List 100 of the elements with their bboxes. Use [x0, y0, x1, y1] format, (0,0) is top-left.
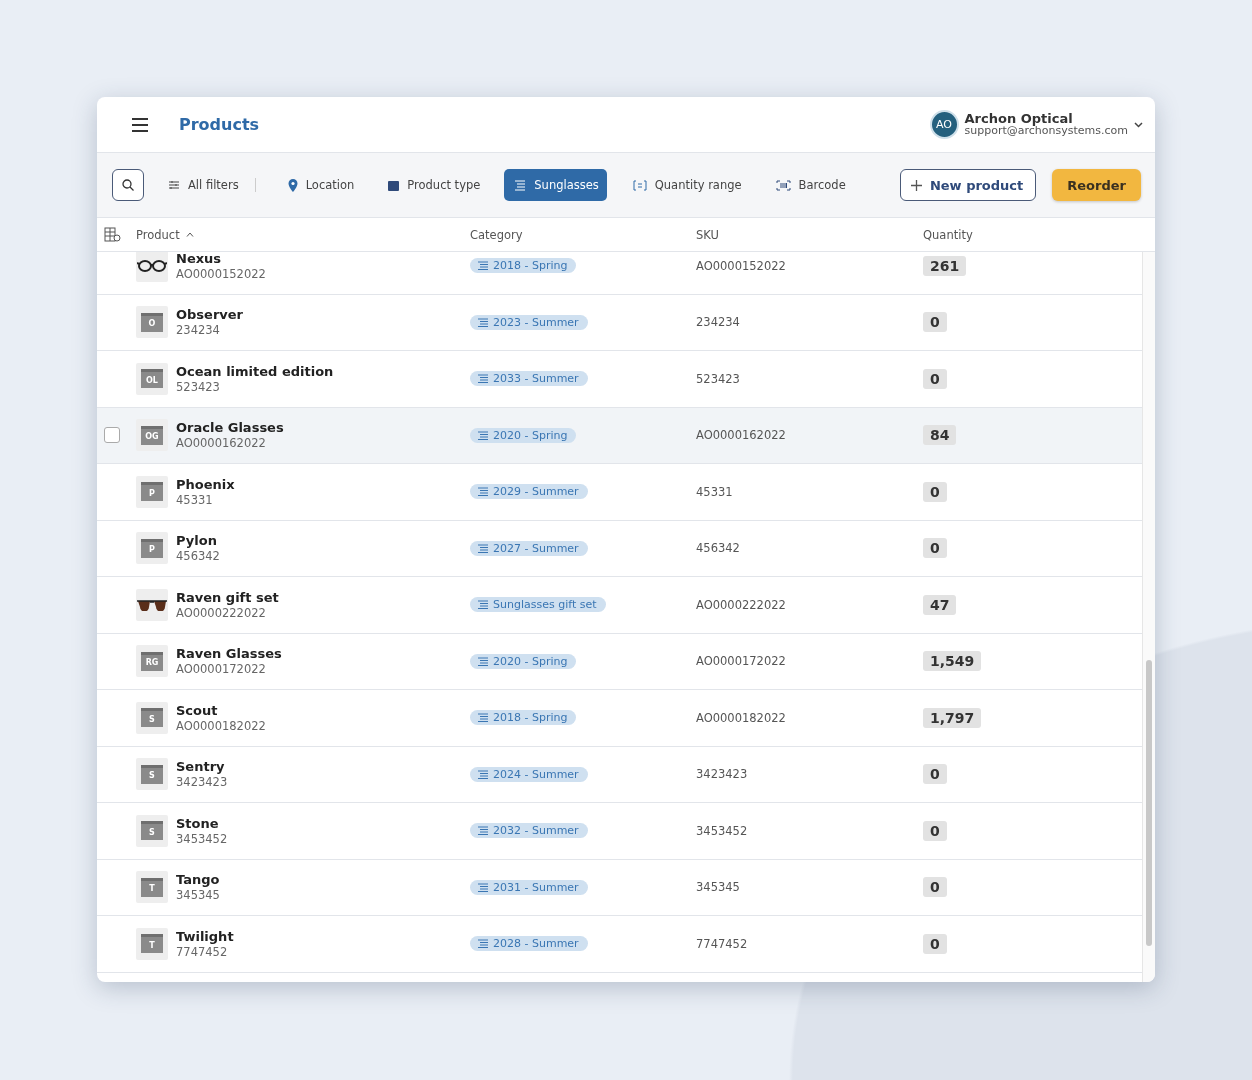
lines-icon [478, 769, 488, 779]
filter-chip[interactable]: Quantity range [622, 169, 750, 201]
product-name: Raven gift set [176, 589, 279, 605]
barcode-icon [775, 179, 791, 191]
quantity-badge: 261 [923, 255, 967, 276]
product-code: 456342 [176, 549, 220, 564]
column-header[interactable]: Quantity [923, 227, 1155, 242]
quantity-badge: 0 [923, 538, 947, 559]
category-tag: 2028 - Summer [470, 936, 588, 952]
range-icon [632, 179, 647, 191]
quantity-badge: 0 [923, 481, 947, 502]
lines-icon [478, 261, 488, 271]
sku-cell-text: 456342 [696, 541, 741, 556]
product-placeholder-icon: O [141, 312, 163, 332]
location-pin-icon [287, 178, 298, 192]
category-tag: Sunglasses gift set [470, 597, 606, 613]
product-name: Raven Glasses [176, 646, 282, 662]
table-row[interactable]: S Stone 3453452 2032 - Summer 3453452 0 [97, 803, 1142, 860]
product-placeholder-icon: T [141, 877, 163, 897]
menu-icon[interactable] [131, 117, 149, 132]
sku-cell-text: 345345 [696, 880, 741, 895]
sliders-icon [168, 179, 180, 191]
product-code: 7747452 [176, 944, 229, 959]
quantity-badge: 0 [923, 820, 947, 841]
quantity-badge: 1,549 [923, 651, 982, 672]
table-row[interactable]: P Phoenix 45331 2029 - Summer 45331 0 [97, 464, 1142, 521]
product-name: Stone [176, 815, 220, 831]
category-tag: 2033 - Summer [470, 371, 588, 387]
category-tag: 2031 - Summer [470, 879, 588, 895]
table-row[interactable]: T Tango 345345 2031 - Summer 345345 0 [97, 859, 1142, 916]
row-checkbox[interactable] [104, 427, 120, 444]
product-name: Observer [176, 307, 244, 323]
product-code: AO0000222022 [176, 605, 267, 620]
reorder-button[interactable]: Reorder [1052, 169, 1141, 201]
product-code: 523423 [176, 379, 221, 394]
product-code: AO0000172022 [176, 662, 267, 677]
table-row[interactable]: P Pylon 456342 2027 - Summer 456342 0 [97, 520, 1142, 577]
page-title: Products [179, 115, 261, 134]
lines-icon [478, 430, 488, 440]
chevron-down-icon[interactable] [1134, 121, 1143, 128]
category-tag: 2032 - Summer [470, 823, 588, 839]
product-code: 345345 [176, 888, 220, 903]
table-row[interactable]: Nexus AO0000152022 2018 - Spring AO0000152022 261 [97, 252, 1142, 295]
quantity-badge: 84 [923, 425, 957, 446]
account-avatar[interactable]: AO [929, 110, 959, 139]
filter-chip[interactable]: Product type [378, 169, 489, 201]
table-row[interactable]: RG Raven Glasses AO0000172022 2020 - Spring AO0000172022 1,549 [97, 633, 1142, 690]
filter-chip[interactable]: Barcode [765, 169, 854, 201]
category-tag: 2027 - Summer [470, 540, 588, 556]
product-code: 45331 [176, 492, 214, 507]
product-placeholder-icon: S [141, 764, 163, 784]
product-name: Pylon [176, 533, 218, 549]
quantity-badge: 0 [923, 368, 947, 389]
lines-icon [478, 713, 488, 723]
lines-icon [478, 656, 488, 666]
search-icon [122, 179, 134, 191]
column-header[interactable]: Category [470, 227, 696, 242]
table-row[interactable]: O Observer 234234 2023 - Summer 234234 0 [97, 294, 1142, 351]
category-tag: 2023 - Summer [470, 314, 588, 330]
lines-icon [478, 543, 488, 553]
table-row[interactable]: T Twilight 7747452 2028 - Summer 7747452 0 [97, 916, 1142, 973]
table-row[interactable]: S Scout AO0000182022 2018 - Spring AO0000182022 1,797 [97, 690, 1142, 747]
product-name: Twilight [176, 928, 234, 944]
product-code: 3423423 [176, 775, 228, 790]
account-name: Archon Optical [964, 112, 1074, 125]
sku-cell-text: AO0000182022 [696, 710, 787, 725]
table-row[interactable]: OG Oracle Glasses AO0000162022 2020 - Spring AO0000162022 84 [97, 407, 1142, 464]
product-placeholder-icon: T [141, 934, 163, 954]
quantity-badge: 0 [923, 312, 947, 333]
lines-icon [478, 487, 488, 497]
product-code: 234234 [176, 323, 221, 338]
column-settings-icon[interactable] [104, 227, 121, 242]
table-row[interactable]: S Sentry 3423423 2024 - Summer 3423423 0 [97, 746, 1142, 803]
sku-cell-text: 523423 [696, 371, 741, 386]
sku-cell-text: AO0000172022 [696, 654, 787, 669]
category-tag: 2020 - Spring [470, 427, 577, 443]
sku-cell-text: AO0000152022 [696, 258, 787, 273]
filter-chip[interactable]: Location [277, 169, 363, 201]
column-header[interactable]: SKU [696, 227, 923, 242]
category-tag: 2018 - Spring [470, 710, 577, 726]
sku-cell-text: 234234 [696, 315, 741, 330]
product-placeholder-icon: OL [141, 369, 163, 389]
lines-icon [478, 374, 488, 384]
table-row[interactable]: OL Ocean limited edition 523423 2033 - Summer 523423 0 [97, 351, 1142, 408]
product-code: 3453452 [176, 831, 228, 846]
sku-cell-text: 7747452 [696, 936, 749, 951]
quantity-badge: 0 [923, 933, 947, 954]
account-email: support@archonsystems.com [964, 125, 1128, 137]
quantity-badge: 47 [923, 594, 957, 615]
product-name: Nexus [176, 252, 223, 266]
sunglasses-drawing [137, 598, 167, 611]
filter-chip[interactable]: Sunglasses [504, 169, 607, 201]
filter-chip[interactable]: All filters [158, 169, 247, 201]
table-row[interactable]: Raven gift set AO0000222022 Sunglasses gift set AO0000222022 47 [97, 577, 1142, 634]
lines-icon [478, 826, 488, 836]
new-product-button[interactable]: New product [899, 169, 1037, 201]
search-button[interactable] [112, 169, 144, 201]
product-placeholder-icon: S [141, 821, 163, 841]
column-header[interactable]: Product [136, 227, 470, 242]
lines-icon [478, 939, 488, 949]
